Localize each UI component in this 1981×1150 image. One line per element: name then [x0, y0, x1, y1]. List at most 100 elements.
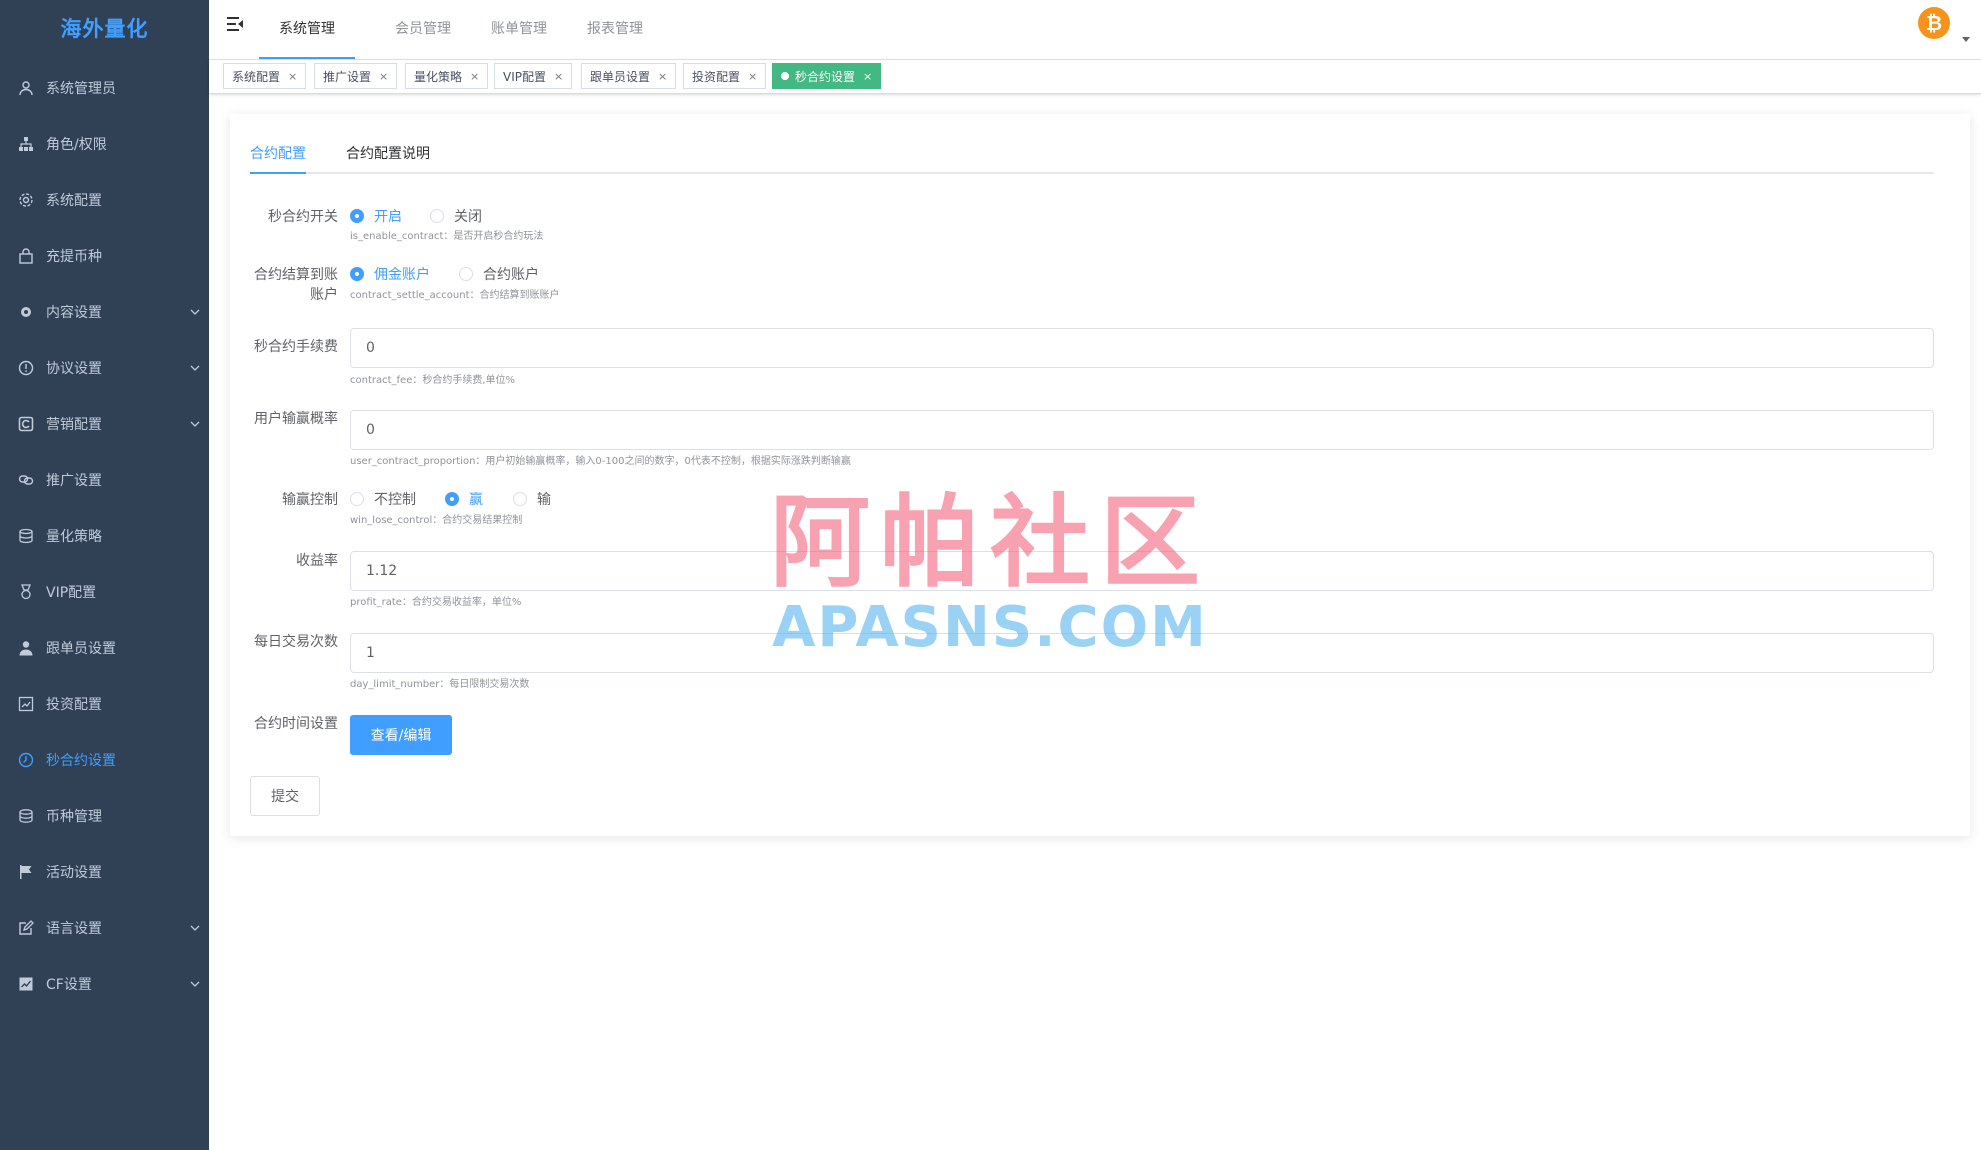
trend-icon	[16, 974, 36, 994]
sidebar-item-label: 营销配置	[46, 417, 102, 433]
settle-option-commission: 佣金账户	[374, 267, 430, 283]
win-lose-option-lose: 输	[537, 492, 551, 508]
chart-board-icon	[16, 694, 36, 714]
tag-5[interactable]: 投资配置 ×	[683, 63, 767, 89]
close-icon[interactable]: ×	[748, 70, 757, 83]
profit-label: 收益率	[296, 553, 338, 569]
win-lose-hint: win_lose_control：合约交易结果控制	[350, 515, 523, 526]
gear-icon	[16, 190, 36, 210]
submit-button[interactable]: 提交	[250, 776, 320, 816]
sidebar-item-14[interactable]: 活动设置	[0, 844, 209, 900]
caret-down-icon[interactable]	[1961, 28, 1971, 42]
profit-hint: profit_rate：合约交易收益率，单位%	[350, 597, 522, 608]
win-lose-radio-none[interactable]: 不控制	[350, 489, 416, 509]
settle-label-line2: 账户	[310, 287, 338, 303]
close-icon[interactable]: ×	[863, 70, 872, 83]
watermark-url: APASNS.COM	[772, 595, 1208, 660]
sidebar-item-7[interactable]: 推广设置	[0, 452, 209, 508]
close-icon[interactable]: ×	[554, 70, 563, 83]
app-logo: 海外量化	[60, 17, 149, 41]
sidebar-item-12[interactable]: 秒合约设置	[0, 732, 209, 788]
tag-3[interactable]: VIP配置 ×	[494, 63, 573, 89]
tag-label: 跟单员设置	[590, 69, 651, 84]
tag-4[interactable]: 跟单员设置 ×	[581, 63, 677, 89]
svg-text:₿: ₿	[1926, 11, 1942, 35]
enable-label: 秒合约开关	[268, 209, 338, 225]
sidebar-item-label: CF设置	[46, 977, 92, 993]
sidebar-item-label: 系统管理员	[46, 81, 116, 97]
sidebar-item-label: 跟单员设置	[46, 641, 116, 657]
radio-dot-icon	[350, 209, 364, 223]
settle-label: 合约结算到账 账户	[240, 265, 338, 305]
tree-icon	[16, 134, 36, 154]
sidebar-item-4[interactable]: 内容设置	[0, 284, 209, 340]
tag-label: 推广设置	[323, 69, 372, 84]
enable-radio-off[interactable]: 关闭	[430, 206, 482, 226]
fee-hint: contract_fee：秒合约手续费,单位%	[350, 375, 516, 386]
sidebar-item-label: 秒合约设置	[46, 753, 116, 769]
sidebar-item-10[interactable]: 跟单员设置	[0, 620, 209, 676]
tag-0[interactable]: 系统配置 ×	[223, 63, 307, 89]
view-edit-button[interactable]: 查看/编辑	[350, 715, 452, 755]
close-icon[interactable]: ×	[470, 70, 479, 83]
info-circle-icon	[16, 358, 36, 378]
sidebar-item-9[interactable]: VIP配置	[0, 564, 209, 620]
form-tabs: 合约配置 合约配置说明	[250, 134, 1934, 174]
top-tab-3[interactable]: 报表管理	[567, 0, 663, 59]
sidebar-item-label: 系统配置	[46, 193, 102, 209]
sidebar-item-label: 活动设置	[46, 865, 102, 881]
day-limit-label: 每日交易次数	[254, 634, 338, 650]
top-tab-0[interactable]: 系统管理	[259, 0, 355, 59]
sidebar-item-0[interactable]: 系统管理员	[0, 60, 209, 116]
sidebar-item-label: 推广设置	[46, 473, 102, 489]
sidebar-item-2[interactable]: 系统配置	[0, 172, 209, 228]
close-icon[interactable]: ×	[379, 70, 388, 83]
sidebar-item-8[interactable]: 量化策略	[0, 508, 209, 564]
win-lose-radio-win[interactable]: 赢	[445, 489, 483, 509]
proportion-input[interactable]	[350, 410, 1934, 450]
sidebar-item-1[interactable]: 角色/权限	[0, 116, 209, 172]
day-limit-hint: day_limit_number：每日限制交易次数	[350, 679, 530, 690]
tag-1[interactable]: 推广设置 ×	[314, 63, 398, 89]
tag-label: VIP配置	[503, 69, 546, 84]
tag-6[interactable]: 秒合约设置 ×	[772, 63, 882, 89]
radio-dot-icon	[350, 267, 364, 281]
win-lose-option-none: 不控制	[374, 492, 416, 508]
sidebar-item-label: VIP配置	[46, 585, 97, 601]
hamburger-icon[interactable]	[225, 14, 245, 34]
tag-label: 投资配置	[692, 69, 741, 84]
user-icon	[16, 78, 36, 98]
close-icon[interactable]: ×	[288, 70, 297, 83]
sidebar-item-3[interactable]: 充提币种	[0, 228, 209, 284]
sidebar-item-label: 内容设置	[46, 305, 102, 321]
proportion-label: 用户输赢概率	[254, 411, 338, 427]
sidebar-item-11[interactable]: 投资配置	[0, 676, 209, 732]
sidebar: 海外量化 系统管理员角色/权限系统配置充提币种内容设置协议设置营销配置推广设置量…	[0, 0, 209, 1150]
sidebar-item-13[interactable]: 币种管理	[0, 788, 209, 844]
sidebar-item-15[interactable]: 语言设置	[0, 900, 209, 956]
sidebar-item-16[interactable]: CF设置	[0, 956, 209, 1012]
radio-dot-icon	[350, 492, 364, 506]
close-icon[interactable]: ×	[658, 70, 667, 83]
radio-dot-icon	[459, 267, 473, 281]
flag-icon	[16, 862, 36, 882]
chevron-down-icon	[189, 362, 201, 374]
tag-label: 秒合约设置	[795, 69, 856, 84]
bitcoin-icon[interactable]: ₿	[1915, 4, 1953, 42]
tag-2[interactable]: 量化策略 ×	[405, 63, 489, 89]
tab-contract-config[interactable]: 合约配置	[250, 134, 306, 174]
fee-label: 秒合约手续费	[254, 339, 338, 355]
top-tab-1[interactable]: 会员管理	[375, 0, 471, 59]
settle-radio-contract[interactable]: 合约账户	[459, 264, 539, 284]
win-lose-radio-lose[interactable]: 输	[513, 489, 551, 509]
enable-radio-on[interactable]: 开启	[350, 206, 402, 226]
tab-contract-config-doc[interactable]: 合约配置说明	[346, 134, 430, 174]
proportion-hint: user_contract_proportion：用户初始输赢概率，输入0-10…	[350, 456, 851, 467]
top-tab-2[interactable]: 账单管理	[471, 0, 567, 59]
enable-option-on: 开启	[374, 209, 402, 225]
fee-input[interactable]	[350, 328, 1934, 368]
form-card: 合约配置 合约配置说明 秒合约开关 开启 关闭 is_enable_contra…	[230, 114, 1970, 836]
sidebar-item-5[interactable]: 协议设置	[0, 340, 209, 396]
settle-radio-commission[interactable]: 佣金账户	[350, 264, 430, 284]
sidebar-item-6[interactable]: 营销配置	[0, 396, 209, 452]
